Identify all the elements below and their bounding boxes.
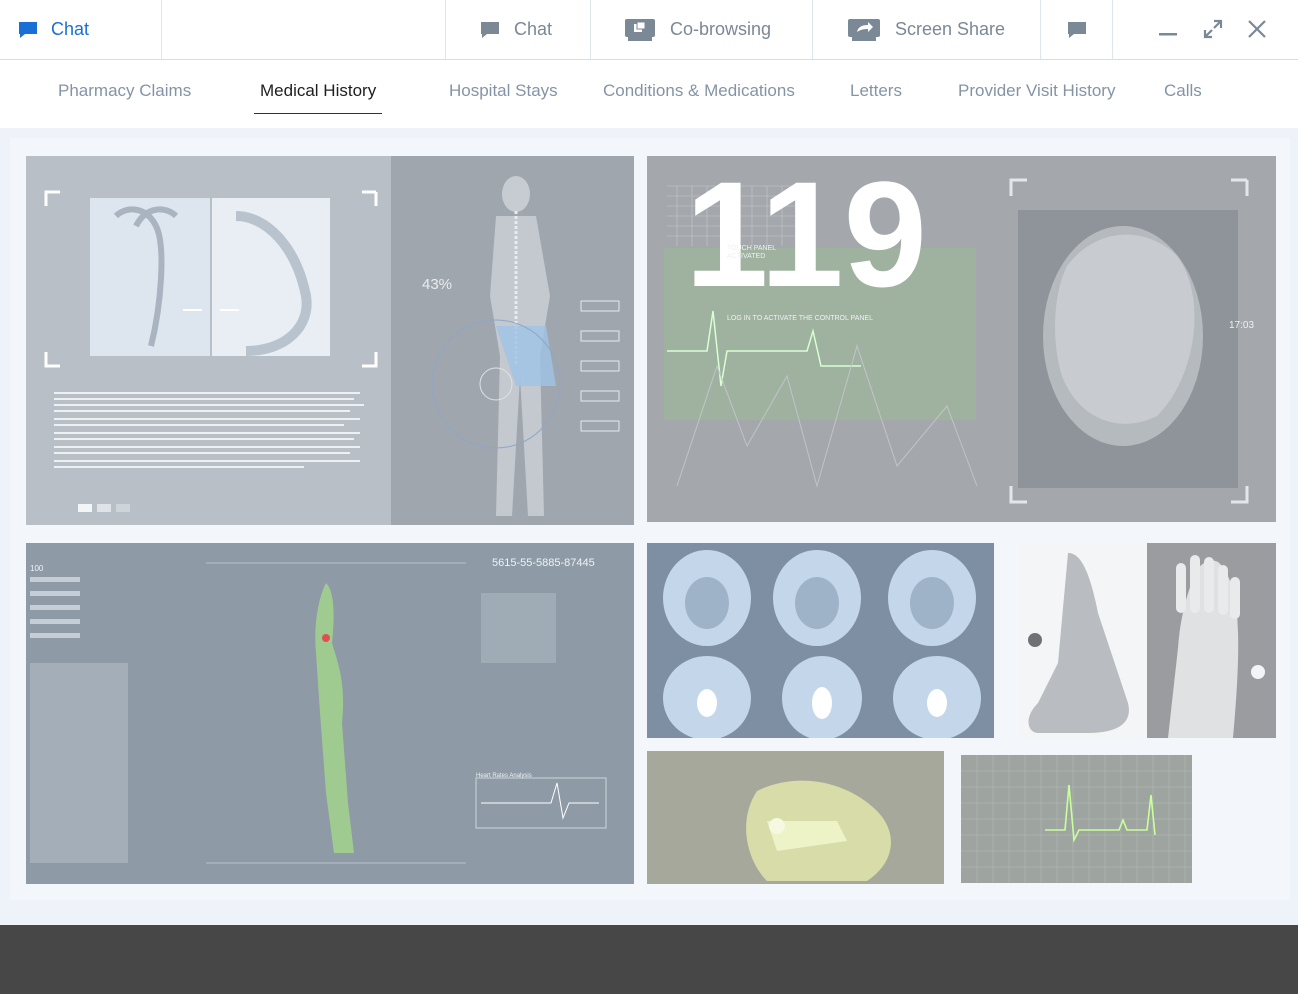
top-bar: Chat Chat Co-browsing Screen Share xyxy=(0,0,1298,60)
svg-text:TOUCH PANEL: TOUCH PANEL xyxy=(727,245,776,252)
chat-button[interactable]: Chat xyxy=(446,0,591,59)
screenshare-label: Screen Share xyxy=(895,19,1006,39)
cobrowse-button[interactable]: Co-browsing xyxy=(591,0,813,59)
hud-body-scan-image[interactable]: 5615-55-5885-87445 Heart Rates Analysis … xyxy=(26,543,634,884)
topbar-spacer xyxy=(162,0,446,59)
chat-header-tab[interactable]: Chat xyxy=(0,0,162,59)
chat-button-label: Chat xyxy=(514,19,553,39)
cobrowse-icon xyxy=(624,18,656,42)
skull-xray-image[interactable] xyxy=(647,751,944,884)
tab-provider-visit-history[interactable]: Provider Visit History xyxy=(958,81,1115,101)
footer-bar xyxy=(0,925,1298,994)
svg-text:17:03: 17:03 xyxy=(1229,320,1254,331)
expand-button[interactable] xyxy=(1198,14,1228,44)
screenshare-button[interactable]: Screen Share xyxy=(813,0,1041,59)
svg-text:100: 100 xyxy=(30,564,44,573)
xray-percent-text: 43% xyxy=(422,276,452,293)
chat-bubble-icon xyxy=(18,21,38,39)
message-button[interactable] xyxy=(1041,0,1113,59)
tab-pharmacy-claims[interactable]: Pharmacy Claims xyxy=(58,81,191,101)
tab-hospital-stays[interactable]: Hospital Stays xyxy=(449,81,558,101)
cobrowse-label: Co-browsing xyxy=(670,19,772,39)
tab-letters[interactable]: Letters xyxy=(850,81,902,101)
content-area: 43% 119 TOUCH PANEL ACTIVATED LOG IN TO … xyxy=(0,128,1298,925)
tab-bar: Pharmacy Claims Medical History Hospital… xyxy=(0,61,1298,128)
chat-header-label: Chat xyxy=(51,19,90,39)
expand-icon xyxy=(1203,19,1223,39)
svg-text:5615-55-5885-87445: 5615-55-5885-87445 xyxy=(492,557,595,569)
foot-xray-image[interactable] xyxy=(1018,543,1276,738)
svg-text:LOG IN TO ACTIVATE THE CONTROL: LOG IN TO ACTIVATE THE CONTROL PANEL xyxy=(727,315,873,322)
message-icon xyxy=(1067,21,1087,39)
minimize-button[interactable] xyxy=(1153,14,1183,44)
heart-scan-image[interactable]: 119 TOUCH PANEL ACTIVATED LOG IN TO ACTI… xyxy=(647,156,1276,522)
active-tab-indicator xyxy=(254,113,382,114)
minimize-icon xyxy=(1159,33,1177,36)
screenshare-icon xyxy=(847,18,881,42)
ecg-monitor-image[interactable] xyxy=(961,755,1192,883)
tab-conditions-medications[interactable]: Conditions & Medications xyxy=(603,81,795,101)
svg-text:ACTIVATED: ACTIVATED xyxy=(727,253,765,260)
tab-calls[interactable]: Calls xyxy=(1164,81,1202,101)
window-controls xyxy=(1113,0,1298,59)
close-button[interactable] xyxy=(1242,14,1272,44)
brain-mri-image[interactable] xyxy=(647,543,994,738)
heart-panel-number: 119 xyxy=(685,156,927,318)
svg-text:Heart Rates Analysis: Heart Rates Analysis xyxy=(476,773,532,779)
chat-bubble-icon xyxy=(480,21,500,39)
close-icon xyxy=(1248,20,1266,38)
xray-body-scan-image[interactable]: 43% xyxy=(26,156,634,525)
tab-medical-history[interactable]: Medical History xyxy=(260,81,376,101)
